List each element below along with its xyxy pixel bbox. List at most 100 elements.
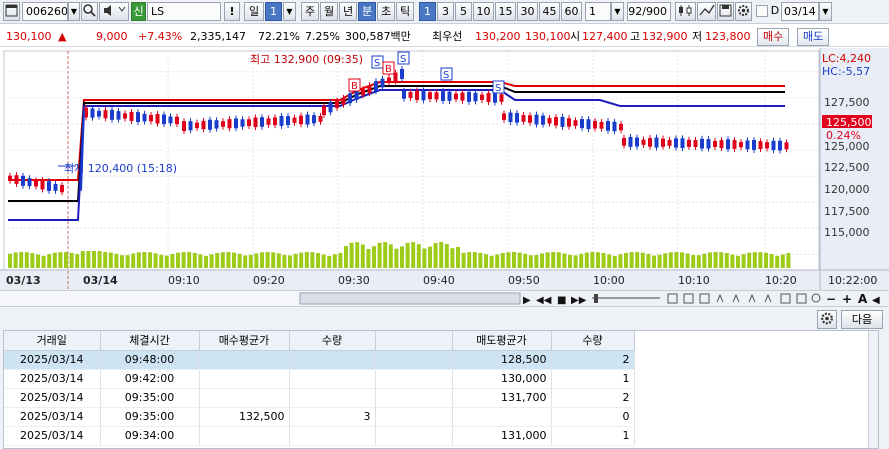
tool-icon[interactable] xyxy=(796,293,807,304)
gear-icon[interactable] xyxy=(817,310,837,329)
period-value-field[interactable]: 1 xyxy=(265,2,282,21)
tool-icon[interactable] xyxy=(732,293,740,303)
buy-button[interactable]: 매수 xyxy=(757,28,790,46)
trading-app-window: { "toolbar": { "code": "006260", "search… xyxy=(0,0,889,449)
scroll-stop-button[interactable]: ■ xyxy=(557,295,566,306)
draw-tool-icon[interactable] xyxy=(697,2,716,21)
search-icon[interactable] xyxy=(81,2,98,21)
tool-icon[interactable] xyxy=(764,293,772,303)
magnifier-icon[interactable] xyxy=(811,293,821,303)
candle-type-icon[interactable] xyxy=(675,2,696,21)
x-tick-label: 09:40 xyxy=(423,274,455,287)
chart-scroll-bar: ▶ ◀◀ ■ ▶▶ − + A ◀ xyxy=(0,290,889,307)
low-annotation: 최저 120,400 (15:18) xyxy=(64,162,177,175)
trade-history-panel: 다음 거래일 체결시간 매수평균가 수량 매도평균가 수량 2025/03/14… xyxy=(0,307,889,449)
tool-icon[interactable] xyxy=(667,293,678,304)
x-tick-label: 09:50 xyxy=(508,274,540,287)
period-minute-button[interactable]: 분 xyxy=(358,2,376,21)
zoom-in-button[interactable]: + xyxy=(842,292,852,306)
table-cell: 2025/03/14 xyxy=(4,388,101,408)
column-header[interactable]: 수량 xyxy=(289,331,376,351)
column-header[interactable] xyxy=(375,331,453,351)
period-second-button[interactable]: 초 xyxy=(377,2,395,21)
period-week-button[interactable]: 주 xyxy=(301,2,319,21)
table-cell xyxy=(375,350,453,370)
svg-text:S: S xyxy=(495,83,501,94)
scroll-left-end-button[interactable]: ◀ xyxy=(872,295,880,306)
current-price-tag-text: 125,500 xyxy=(826,116,872,129)
volume-ratio: 72.21% xyxy=(258,30,300,43)
tool-icon[interactable] xyxy=(748,293,756,303)
x-tick-label: 10:10 xyxy=(678,274,710,287)
table-row[interactable]: 2025/03/14 09:35:00 131,700 2 xyxy=(4,388,635,408)
table-cell: 130,000 xyxy=(452,369,552,389)
sell-button[interactable]: 매도 xyxy=(797,28,830,46)
settings-icon[interactable] xyxy=(735,2,752,21)
trade-amount: 300,587백만 xyxy=(345,30,411,43)
column-header[interactable]: 매도평균가 xyxy=(452,331,552,351)
next-button[interactable]: 다음 xyxy=(841,310,883,329)
chart-canvas[interactable]: S SSBBS 127,500 125,000 122,500 120,000 1… xyxy=(0,48,889,290)
period-tick-button[interactable]: 틱 xyxy=(396,2,414,21)
grid-vertical-scrollbar[interactable] xyxy=(868,331,878,448)
table-cell: 1 xyxy=(551,426,635,446)
column-header[interactable]: 체결시간 xyxy=(100,331,200,351)
table-row[interactable]: 2025/03/14 09:48:00 128,500 2 xyxy=(4,350,635,370)
zoom-out-button[interactable]: − xyxy=(826,292,836,306)
count-dropdown-button[interactable]: ▼ xyxy=(611,2,624,21)
code-dropdown-button[interactable]: ▼ xyxy=(68,2,80,21)
date-checkbox[interactable] xyxy=(756,5,768,17)
scroll-last-button[interactable]: ▶▶ xyxy=(571,295,587,306)
period-dropdown-button[interactable]: ▼ xyxy=(283,2,296,21)
interval-30-button[interactable]: 30 xyxy=(517,2,538,21)
date-dropdown-button[interactable]: ▼ xyxy=(819,2,832,21)
sound-icon[interactable] xyxy=(99,2,129,21)
period-year-button[interactable]: 년 xyxy=(339,2,357,21)
y-tick-label: 120,000 xyxy=(824,183,870,196)
layout-icon[interactable] xyxy=(3,2,20,21)
table-row[interactable]: 2025/03/14 09:34:00 131,000 1 xyxy=(4,426,635,446)
table-cell xyxy=(199,388,290,408)
zoom-slider-handle[interactable] xyxy=(594,294,598,303)
interval-5-button[interactable]: 5 xyxy=(455,2,472,21)
bar-count-field[interactable]: 92/900 xyxy=(627,2,671,21)
table-row[interactable]: 2025/03/14 09:42:00 130,000 1 xyxy=(4,369,635,389)
tool-icon[interactable] xyxy=(716,293,724,303)
turnover-ratio: 7.25% xyxy=(305,30,340,43)
interval-45-button[interactable]: 45 xyxy=(539,2,560,21)
chart-tool-icons xyxy=(667,293,821,304)
scroll-right-button[interactable]: ▶ xyxy=(523,295,531,306)
scroll-thumb[interactable] xyxy=(299,292,521,305)
table-cell: 09:42:00 xyxy=(100,369,200,389)
table-cell: 2025/03/14 xyxy=(4,350,101,370)
interval-60-button[interactable]: 60 xyxy=(561,2,582,21)
y-tick-label: 117,500 xyxy=(824,205,870,218)
interval-1-button[interactable]: 1 xyxy=(419,2,436,21)
interval-15-button[interactable]: 15 xyxy=(495,2,516,21)
column-header[interactable]: 매수평균가 xyxy=(199,331,290,351)
date-input[interactable]: 03/14 xyxy=(781,2,819,21)
change-up-icon: ▲ xyxy=(58,30,67,43)
interval-10-button[interactable]: 10 xyxy=(473,2,494,21)
count-select[interactable]: 1 xyxy=(585,2,611,21)
stock-code-input[interactable]: 006260 xyxy=(22,2,68,21)
table-cell xyxy=(199,350,290,370)
x-tick-label: 10:00 xyxy=(593,274,625,287)
period-day-button[interactable]: 일 xyxy=(244,2,264,21)
table-cell xyxy=(375,407,453,427)
scroll-first-button[interactable]: ◀◀ xyxy=(536,295,552,306)
tool-icon[interactable] xyxy=(683,293,694,304)
interval-3-button[interactable]: 3 xyxy=(437,2,454,21)
table-row[interactable]: 2025/03/14 09:35:00 132,500 3 0 xyxy=(4,407,635,427)
font-size-button[interactable]: A xyxy=(858,292,868,306)
period-month-button[interactable]: 월 xyxy=(320,2,338,21)
save-icon[interactable] xyxy=(717,2,734,21)
price-chart[interactable]: SSSBBS 127,500 125,000 122,500 120,000 1… xyxy=(0,48,889,290)
hc-label: HC:-5,57 xyxy=(822,65,870,78)
alert-button[interactable]: ! xyxy=(224,2,240,21)
tool-icon[interactable] xyxy=(780,293,791,304)
column-header[interactable]: 거래일 xyxy=(4,331,101,351)
tool-icon[interactable] xyxy=(699,293,710,304)
svg-text:S: S xyxy=(400,54,406,65)
column-header[interactable]: 수량 xyxy=(551,331,635,351)
